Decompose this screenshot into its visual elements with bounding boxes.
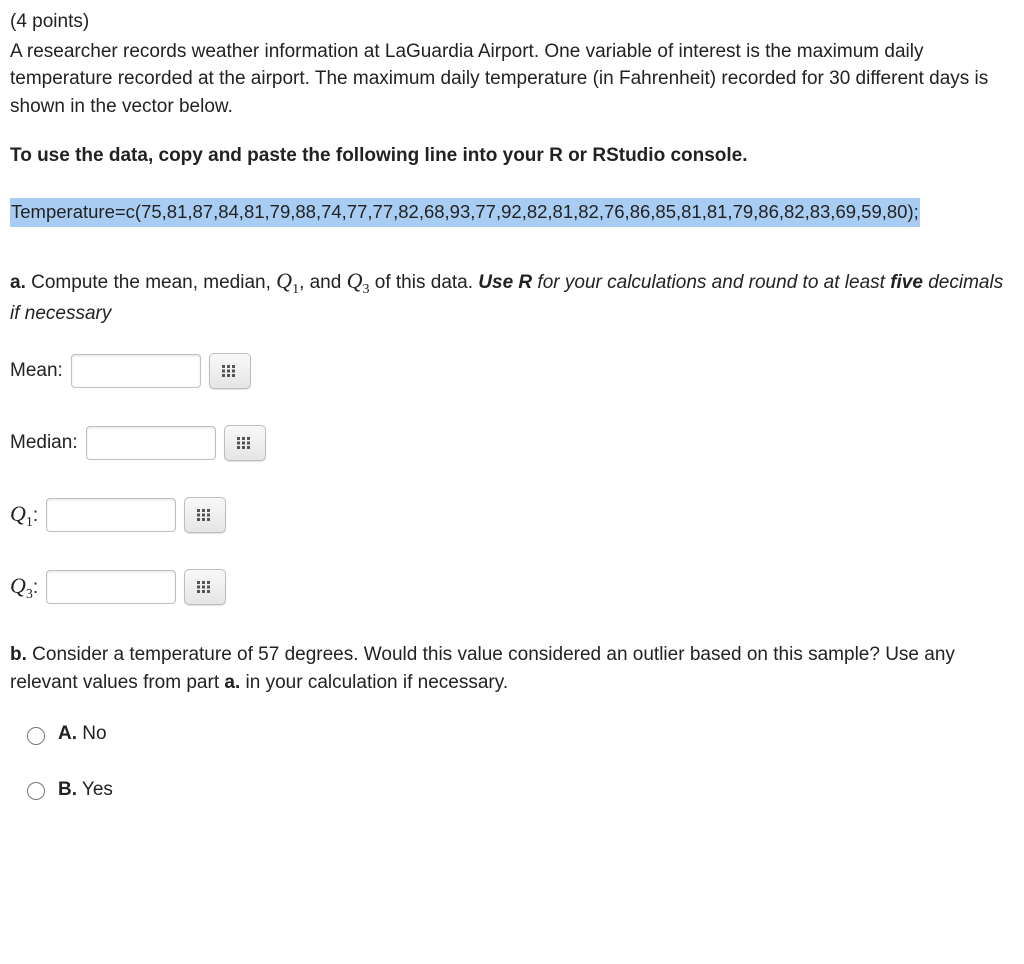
q1-colon: : [33,505,38,526]
q3-input[interactable] [46,570,176,604]
five-text: five [890,272,923,293]
question-prompt: A researcher records weather information… [10,38,1014,121]
part-a-ref: a. [224,672,240,693]
q3-var: Q [10,573,26,598]
q1-input[interactable] [46,498,176,532]
mean-label: Mean: [10,357,63,385]
part-a-mid: , and [299,272,347,293]
option-b-row: B. Yes [22,776,1014,804]
option-b-radio[interactable] [27,782,45,800]
part-a-prompt: a. Compute the mean, median, Q1, and Q3 … [10,265,1014,328]
q3-keypad-button[interactable] [184,569,226,605]
option-b-letter: B. [58,779,77,800]
q1-symbol: Q [276,268,292,293]
part-b-text2: in your calculation if necessary. [240,672,508,693]
mean-input[interactable] [71,354,201,388]
use-r-text: Use R [478,272,532,293]
q3-sub: 3 [26,586,33,601]
median-row: Median: [10,425,1014,461]
q3-colon: : [33,577,38,598]
q1-var: Q [10,501,26,526]
median-keypad-button[interactable] [224,425,266,461]
median-input[interactable] [86,426,216,460]
q3-row: Q3: [10,569,1014,605]
mean-keypad-button[interactable] [209,353,251,389]
part-a-text2: of this data. [370,272,479,293]
part-b-prefix: b. [10,644,27,665]
option-a-label: A. No [58,720,107,748]
q3-symbol: Q [347,268,363,293]
median-label: Median: [10,429,78,457]
italic-rest: for your calculations and round to at le… [532,272,890,293]
part-a-prefix: a. [10,272,26,293]
q1-subscript: 1 [292,281,299,296]
grid-icon [237,437,253,449]
mean-row: Mean: [10,353,1014,389]
grid-icon [222,365,238,377]
q3-label: Q3: [10,570,38,605]
part-b-prompt: b. Consider a temperature of 57 degrees.… [10,641,1014,696]
q1-keypad-button[interactable] [184,497,226,533]
r-code-line: Temperature=c(75,81,87,84,81,79,88,74,77… [10,198,920,227]
option-a-row: A. No [22,720,1014,748]
grid-icon [197,509,213,521]
instruction-text: To use the data, copy and paste the foll… [10,142,1014,170]
q1-label: Q1: [10,498,38,533]
part-a-text1: Compute the mean, median, [26,272,276,293]
points-label: (4 points) [10,8,1014,36]
option-a-radio[interactable] [27,727,45,745]
option-b-label: B. Yes [58,776,113,804]
option-a-letter: A. [58,723,77,744]
q1-row: Q1: [10,497,1014,533]
q1-sub: 1 [26,514,33,529]
grid-icon [197,581,213,593]
option-a-text: No [77,723,107,744]
q3-subscript: 3 [363,281,370,296]
option-b-text: Yes [77,779,113,800]
